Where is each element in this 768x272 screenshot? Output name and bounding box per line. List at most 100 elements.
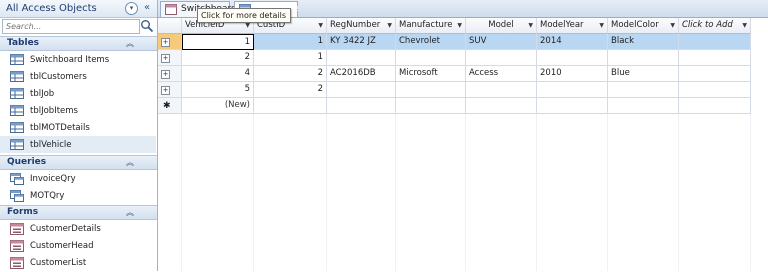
- cell-click-to-add[interactable]: [679, 98, 751, 114]
- cell-model[interactable]: SUV: [466, 34, 537, 50]
- cell-click-to-add[interactable]: [679, 66, 751, 82]
- nav-item-form[interactable]: CustomerHead: [0, 237, 156, 254]
- cell-custid[interactable]: 2: [254, 82, 327, 98]
- cell-modelcolor[interactable]: [608, 98, 679, 114]
- chevron-down-icon[interactable]: ▾: [125, 2, 138, 15]
- nav-item-form[interactable]: CustomerList: [0, 254, 156, 271]
- expand-plus-icon[interactable]: +: [161, 38, 170, 47]
- sort-dropdown-icon[interactable]: ▼: [670, 18, 675, 33]
- search-input[interactable]: [3, 20, 136, 33]
- nav-item-query[interactable]: InvoiceQry: [0, 170, 156, 187]
- search-icon[interactable]: [140, 19, 154, 33]
- cell-manufacture[interactable]: Chevrolet: [396, 34, 466, 50]
- column-header-regnumber[interactable]: RegNumber ▼: [327, 18, 396, 34]
- sort-dropdown-icon[interactable]: ▼: [528, 18, 533, 33]
- record-selector[interactable]: ✱: [158, 98, 182, 114]
- nav-item-table[interactable]: tblCustomers: [0, 68, 156, 85]
- select-all-corner[interactable]: [158, 18, 182, 34]
- cell-vehicleid[interactable]: 1: [182, 34, 254, 50]
- cell-manufacture[interactable]: [396, 98, 466, 114]
- nav-item-table[interactable]: tblMOTDetails: [0, 119, 156, 136]
- chevron-up-icon[interactable]: ︽: [124, 157, 136, 168]
- nav-search-box[interactable]: [2, 19, 140, 34]
- cell-click-to-add[interactable]: [679, 34, 751, 50]
- sort-dropdown-icon[interactable]: ▼: [318, 18, 323, 33]
- cell-modelyear[interactable]: 2010: [537, 66, 608, 82]
- new-record-row[interactable]: ✱ (New): [158, 98, 751, 114]
- column-header-click-to-add[interactable]: Click to Add ▼: [679, 18, 751, 34]
- cell-modelcolor[interactable]: [608, 50, 679, 66]
- record-selector[interactable]: +: [158, 50, 182, 66]
- column-header-model[interactable]: Model ▼: [466, 18, 537, 34]
- chevron-up-icon[interactable]: ︽: [124, 38, 136, 49]
- record-selector[interactable]: +: [158, 82, 182, 98]
- cell-vehicleid[interactable]: 5: [182, 82, 254, 98]
- nav-item-label: InvoiceQry: [30, 174, 76, 184]
- sort-dropdown-icon[interactable]: ▼: [457, 18, 462, 33]
- expand-plus-icon[interactable]: +: [161, 70, 170, 79]
- nav-pane-title[interactable]: All Access Objects: [6, 3, 97, 14]
- column-header-label: ModelColor: [611, 20, 659, 30]
- sort-dropdown-icon[interactable]: ▼: [742, 18, 747, 33]
- cell-modelyear[interactable]: 2014: [537, 34, 608, 50]
- nav-item-form[interactable]: CustomerDetails: [0, 220, 156, 237]
- nav-item-label: tblVehicle: [30, 140, 72, 150]
- nav-item-table[interactable]: Switchboard Items: [0, 51, 156, 68]
- grid-line: [465, 114, 466, 271]
- nav-item-table[interactable]: tblJob: [0, 85, 156, 102]
- nav-pane-header[interactable]: All Access Objects ▾ «: [0, 0, 157, 18]
- group-header-tables[interactable]: Tables ︽: [0, 36, 157, 51]
- chevron-up-icon[interactable]: ︽: [124, 207, 136, 218]
- sort-dropdown-icon[interactable]: ▼: [387, 18, 392, 33]
- cell-regnumber[interactable]: KY 3422 JZ: [327, 34, 396, 50]
- nav-item-label: CustomerList: [30, 258, 87, 268]
- cell-manufacture[interactable]: [396, 82, 466, 98]
- table-row[interactable]: + 2 1: [158, 50, 751, 66]
- cell-modelyear[interactable]: [537, 98, 608, 114]
- cell-regnumber[interactable]: [327, 50, 396, 66]
- table-icon: [10, 139, 24, 153]
- column-header-modelcolor[interactable]: ModelColor ▼: [608, 18, 679, 34]
- expand-plus-icon[interactable]: +: [161, 54, 170, 63]
- cell-click-to-add[interactable]: [679, 82, 751, 98]
- cell-custid[interactable]: 1: [254, 50, 327, 66]
- tooltip: Click for more details: [197, 8, 291, 23]
- group-header-queries[interactable]: Queries ︽: [0, 155, 157, 170]
- cell-modelyear[interactable]: [537, 82, 608, 98]
- cell-model[interactable]: Access: [466, 66, 537, 82]
- table-row[interactable]: + 5 2: [158, 82, 751, 98]
- cell-custid[interactable]: 2: [254, 66, 327, 82]
- cell-model[interactable]: [466, 50, 537, 66]
- cell-regnumber[interactable]: [327, 82, 396, 98]
- cell-model[interactable]: [466, 82, 537, 98]
- cell-manufacture[interactable]: Microsoft: [396, 66, 466, 82]
- group-header-forms[interactable]: Forms ︽: [0, 205, 157, 220]
- nav-item-table[interactable]: tblJobItems: [0, 102, 156, 119]
- cell-vehicleid[interactable]: 2: [182, 50, 254, 66]
- nav-item-query[interactable]: MOTQry: [0, 187, 156, 204]
- cell-custid[interactable]: [254, 98, 327, 114]
- nav-item-label: tblJob: [30, 89, 55, 99]
- cell-click-to-add[interactable]: [679, 50, 751, 66]
- table-row[interactable]: + 4 2 AC2016DB Microsoft Access 2010 Blu…: [158, 66, 751, 82]
- cell-vehicleid-new[interactable]: (New): [182, 98, 254, 114]
- cell-manufacture[interactable]: [396, 50, 466, 66]
- cell-modelcolor[interactable]: Blue: [608, 66, 679, 82]
- cell-modelcolor[interactable]: [608, 82, 679, 98]
- shutter-bar-collapse-icon[interactable]: «: [141, 1, 153, 15]
- nav-item-table-selected[interactable]: tblVehicle: [0, 136, 156, 153]
- cell-vehicleid[interactable]: 4: [182, 66, 254, 82]
- cell-regnumber[interactable]: AC2016DB: [327, 66, 396, 82]
- record-selector[interactable]: +: [158, 66, 182, 82]
- sort-dropdown-icon[interactable]: ▼: [599, 18, 604, 33]
- cell-modelyear[interactable]: [537, 50, 608, 66]
- cell-regnumber[interactable]: [327, 98, 396, 114]
- record-selector[interactable]: +: [158, 34, 182, 50]
- cell-model[interactable]: [466, 98, 537, 114]
- cell-modelcolor[interactable]: Black: [608, 34, 679, 50]
- column-header-modelyear[interactable]: ModelYear ▼: [537, 18, 608, 34]
- cell-custid[interactable]: 1: [254, 34, 327, 50]
- table-row[interactable]: + 1 1 KY 3422 JZ Chevrolet SUV 2014 Blac…: [158, 34, 751, 50]
- column-header-manufacture[interactable]: Manufacture ▼: [396, 18, 466, 34]
- expand-plus-icon[interactable]: +: [161, 86, 170, 95]
